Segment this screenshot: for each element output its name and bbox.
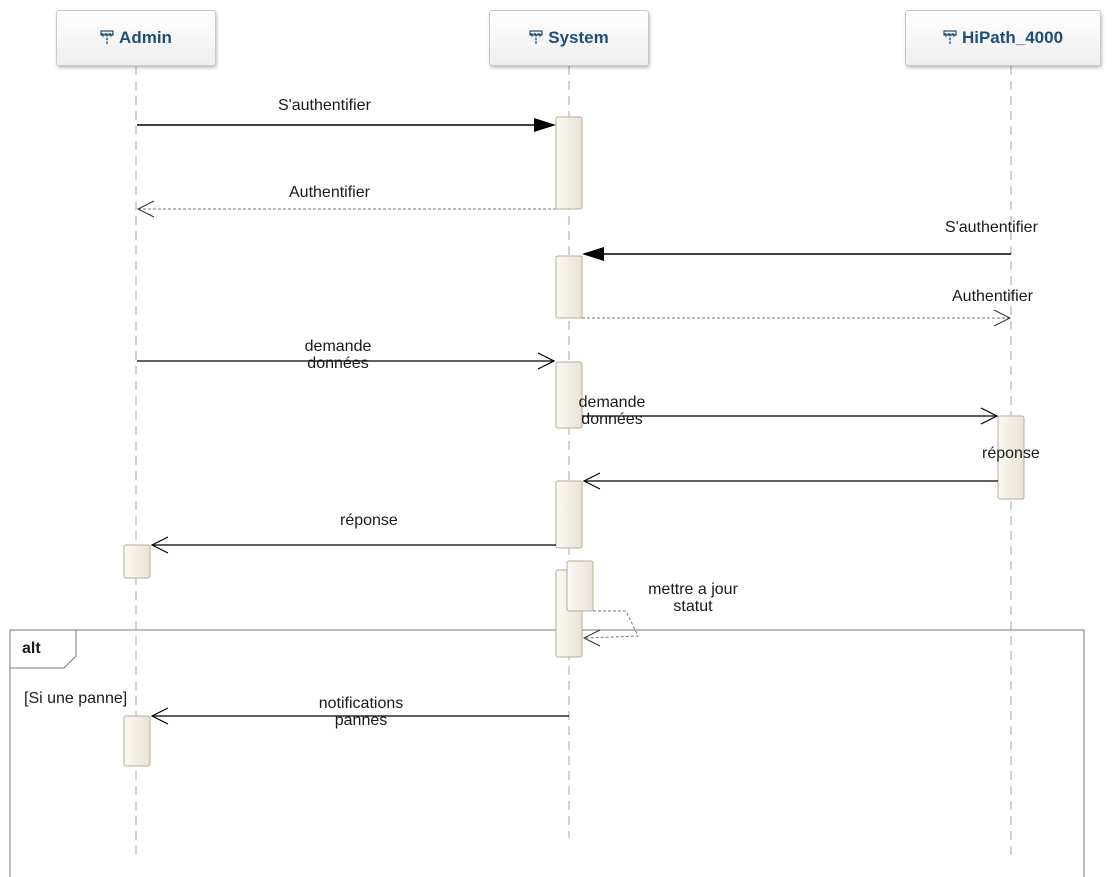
lifeline-admin-header[interactable]: Admin [56,10,216,66]
lifeline-hipath-header[interactable]: HiPath_4000 [905,10,1101,66]
message-hipath-authenticate-reply [582,309,1012,327]
label-failure-notifications-line1: notifications [318,695,404,712]
message-authenticate-request [137,118,556,132]
label-authenticate-reply: Authentifier [289,184,370,201]
label-failure-notifications: notifications pannes [298,695,424,729]
activation-admin-2 [123,715,151,767]
lifeline-icon [943,30,957,45]
activation-system-4 [555,480,583,549]
lifeline-system-name: System [548,28,609,47]
lifeline-hipath-name: HiPath_4000 [961,28,1064,47]
message-hipath-authenticate-request [582,247,1011,261]
alt-fragment-operator: alt [22,640,41,657]
activation-system-6 [566,560,594,612]
label-failure-notifications-line2: pannes [334,712,388,729]
activation-system-2 [555,255,583,319]
label-update-status: mettre a jour statut [628,581,758,615]
activation-admin-1 [123,544,151,579]
label-response-system: réponse [340,512,398,529]
message-response-system [150,536,556,554]
label-data-request-system: demande données [562,394,662,428]
label-response-hipath: réponse [982,445,1040,462]
label-hipath-authenticate-request: S'authentifier [945,219,1038,236]
lifeline-admin-name: Admin [119,28,172,47]
sequence-diagram [9,66,1085,877]
message-response-hipath [582,472,998,490]
label-data-request-admin-line1: demande [304,338,372,355]
lifeline-icon [529,30,543,45]
message-update-status-self [582,610,639,647]
message-authenticate-reply [136,200,556,218]
label-data-request-system-line2: données [581,411,643,428]
label-data-request-admin-line2: données [307,355,369,372]
label-data-request-admin: demande données [288,338,388,372]
alt-fragment-frame [9,629,1085,877]
label-update-status-line2: statut [673,598,713,615]
label-update-status-line1: mettre a jour [648,581,738,598]
lifeline-icon [100,30,114,45]
label-hipath-authenticate-reply: Authentifier [952,288,1033,305]
label-data-request-system-line1: demande [578,394,646,411]
alt-fragment-tab [9,629,77,669]
lifeline-system-header[interactable]: System [489,10,649,66]
activation-system-1 [555,116,583,210]
alt-fragment-guard: [Si une panne] [24,690,128,707]
label-authenticate-request: S'authentifier [278,97,371,114]
